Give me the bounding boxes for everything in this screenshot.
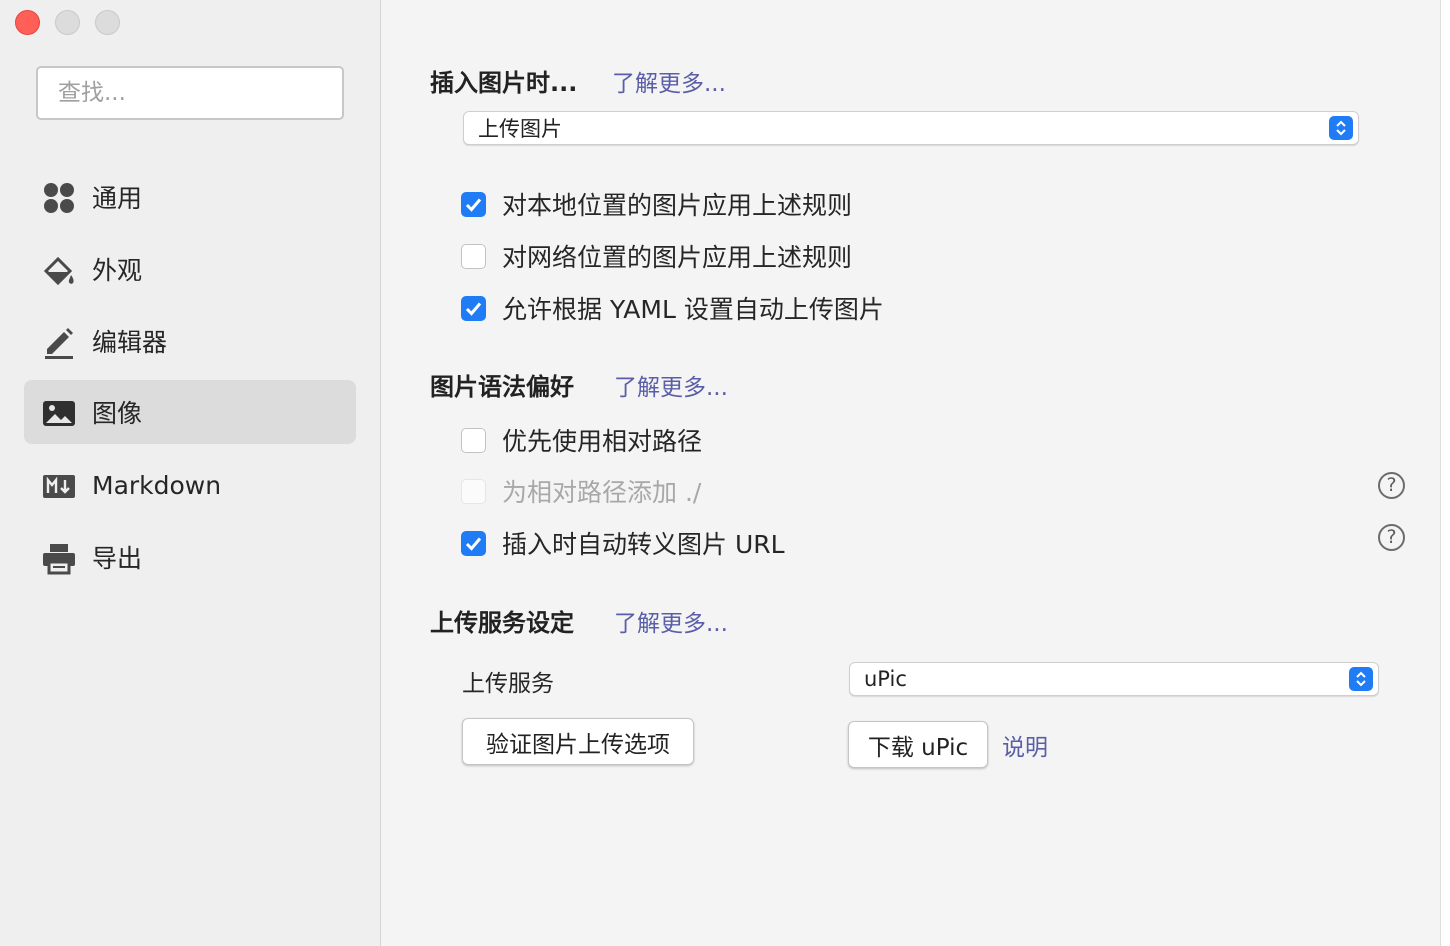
grid-dots-icon: [44, 183, 74, 213]
help-icon[interactable]: ?: [1378, 472, 1405, 499]
pencil-icon: [45, 328, 73, 359]
upload-service-select[interactable]: uPic: [849, 662, 1379, 696]
sidebar-item-label: 导出: [92, 544, 143, 573]
learn-more-link-insert[interactable]: 了解更多...: [612, 64, 726, 98]
section-title-upload: 上传服务设定: [430, 609, 574, 637]
explain-link[interactable]: 说明: [1002, 728, 1048, 762]
learn-more-link-upload[interactable]: 了解更多...: [614, 604, 728, 638]
insert-action-select[interactable]: 上传图片: [463, 111, 1359, 145]
checkbox-add-dot-slash: [461, 478, 486, 504]
download-upic-button[interactable]: 下载 uPic: [848, 721, 988, 768]
option-escape-url[interactable]: 插入时自动转义图片 URL: [461, 525, 785, 561]
checkbox-relative-path[interactable]: [461, 427, 486, 453]
sidebar-item-appearance[interactable]: 外观: [24, 237, 356, 301]
main-panel: 插入图片时... 了解更多... 上传图片 对本地位置的图片应用上述规则 对网络…: [382, 0, 1440, 946]
sidebar-item-label: 外观: [92, 256, 143, 285]
paint-bucket-icon: [43, 256, 74, 286]
checkbox-label: 优先使用相对路径: [502, 427, 703, 456]
sidebar-item-editor[interactable]: 编辑器: [24, 309, 356, 373]
option-add-dot-slash: 为相对路径添加 ./: [461, 473, 701, 509]
option-yaml-upload[interactable]: 允许根据 YAML 设置自动上传图片: [461, 290, 884, 326]
learn-more-link-syntax[interactable]: 了解更多...: [614, 368, 728, 402]
chevron-updown-icon: [1329, 116, 1353, 140]
checkbox-local-images[interactable]: [461, 191, 486, 217]
checkbox-label: 对网络位置的图片应用上述规则: [502, 243, 853, 272]
sidebar-item-label: Markdown: [92, 470, 222, 500]
option-local-images[interactable]: 对本地位置的图片应用上述规则: [461, 186, 852, 222]
printer-icon: [43, 544, 75, 575]
upload-service-label: 上传服务: [462, 671, 554, 697]
search-input[interactable]: [36, 66, 344, 120]
section-title-syntax: 图片语法偏好: [430, 373, 574, 401]
sidebar-item-general[interactable]: 通用: [24, 165, 356, 229]
sidebar: 通用 外观 编辑器 图像 Markdow: [0, 0, 381, 946]
chevron-updown-icon: [1349, 667, 1373, 691]
verify-upload-button[interactable]: 验证图片上传选项: [462, 718, 694, 765]
sidebar-item-label: 通用: [92, 184, 143, 213]
checkmark-icon: [465, 302, 482, 316]
sidebar-item-export[interactable]: 导出: [24, 525, 356, 589]
upload-service-value: uPic: [864, 667, 907, 691]
insert-action-value: 上传图片: [478, 117, 562, 141]
checkbox-escape-url[interactable]: [461, 530, 486, 556]
zoom-window-button[interactable]: [95, 10, 120, 35]
sidebar-item-label: 图像: [92, 399, 143, 428]
section-title-insert: 插入图片时...: [430, 69, 578, 97]
image-icon: [43, 401, 75, 426]
close-window-button[interactable]: [15, 10, 40, 35]
help-icon[interactable]: ?: [1378, 524, 1405, 551]
checkbox-network-images[interactable]: [461, 243, 486, 269]
markdown-icon: [43, 475, 75, 498]
checkbox-label: 为相对路径添加 ./: [502, 478, 702, 507]
checkbox-label: 允许根据 YAML 设置自动上传图片: [502, 295, 884, 324]
minimize-window-button[interactable]: [55, 10, 80, 35]
checkmark-icon: [465, 537, 482, 551]
checkbox-label: 插入时自动转义图片 URL: [502, 530, 785, 559]
background-window-edge: [1440, 0, 1450, 946]
sidebar-item-markdown[interactable]: Markdown: [24, 453, 356, 517]
sidebar-item-image[interactable]: 图像: [24, 380, 356, 444]
sidebar-item-label: 编辑器: [92, 328, 168, 357]
option-network-images[interactable]: 对网络位置的图片应用上述规则: [461, 238, 852, 274]
option-relative-path[interactable]: 优先使用相对路径: [461, 422, 702, 458]
checkmark-icon: [465, 198, 482, 212]
checkbox-yaml-upload[interactable]: [461, 295, 486, 321]
checkbox-label: 对本地位置的图片应用上述规则: [502, 191, 853, 220]
